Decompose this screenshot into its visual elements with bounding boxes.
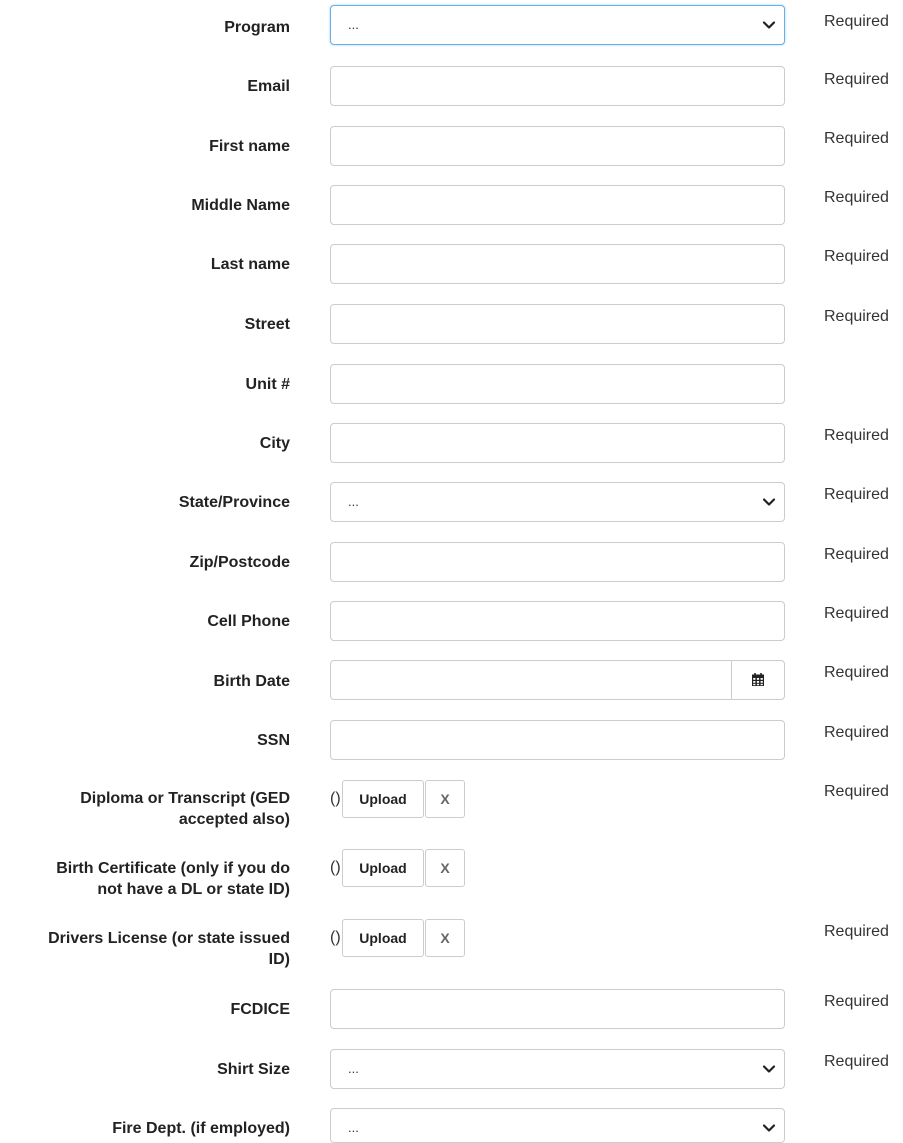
last-name-label: Last name: [210, 256, 290, 273]
middle-name-label: Middle Name: [191, 197, 290, 214]
ssn-label: SSN: [257, 732, 290, 749]
fire-dept-select-value: ...: [348, 1120, 359, 1135]
diploma-label: Diploma or Transcript (GED accepted also…: [0, 788, 290, 830]
fire-dept-label: Fire Dept. (if employed): [112, 1120, 290, 1137]
calendar-icon: [752, 673, 764, 686]
first-name-label: First name: [209, 138, 290, 155]
state-select[interactable]: ...: [330, 482, 785, 522]
state-select-value: ...: [348, 494, 359, 509]
diploma-label-line1: Diploma or Transcript (GED: [80, 790, 290, 807]
program-required: Required: [824, 13, 889, 30]
drivers-license-clear-button[interactable]: X: [425, 919, 465, 957]
zip-required: Required: [824, 546, 889, 563]
chevron-down-icon: [762, 498, 776, 506]
street-label: Street: [244, 316, 290, 333]
drivers-license-file-name: (): [330, 929, 341, 946]
ssn-field[interactable]: [330, 720, 785, 760]
drivers-license-label-line2: ID): [268, 951, 290, 968]
diploma-file-name: (): [330, 790, 341, 807]
program-select[interactable]: ...: [330, 5, 785, 45]
email-required: Required: [824, 71, 889, 88]
street-required: Required: [824, 308, 889, 325]
drivers-license-upload-button[interactable]: Upload: [342, 919, 424, 957]
birth-certificate-label-line2: not have a DL or state ID): [97, 881, 290, 898]
last-name-required: Required: [824, 248, 889, 265]
birth-date-label: Birth Date: [213, 673, 290, 690]
application-form: Program ... Required Email Required Firs…: [0, 0, 903, 1143]
middle-name-required: Required: [824, 189, 889, 206]
birth-certificate-file-name: (): [330, 859, 341, 876]
zip-field[interactable]: [330, 542, 785, 582]
email-label: Email: [247, 78, 290, 95]
fire-dept-select[interactable]: ...: [330, 1108, 785, 1143]
drivers-license-label-line1: Drivers License (or state issued: [48, 930, 290, 947]
birth-date-field[interactable]: [330, 660, 785, 700]
cell-phone-label: Cell Phone: [207, 613, 290, 630]
birth-certificate-label: Birth Certificate (only if you do not ha…: [0, 858, 290, 900]
diploma-upload-button[interactable]: Upload: [342, 780, 424, 818]
email-field[interactable]: [330, 66, 785, 106]
birth-certificate-clear-button[interactable]: X: [425, 849, 465, 887]
first-name-field[interactable]: [330, 126, 785, 166]
zip-label: Zip/Postcode: [189, 554, 290, 571]
middle-name-field[interactable]: [330, 185, 785, 225]
shirt-size-select[interactable]: ...: [330, 1049, 785, 1089]
unit-label: Unit #: [245, 376, 290, 393]
state-required: Required: [824, 486, 889, 503]
city-label: City: [259, 435, 290, 452]
first-name-required: Required: [824, 130, 889, 147]
program-label: Program: [224, 19, 290, 36]
diploma-label-line2: accepted also): [178, 811, 290, 828]
unit-field[interactable]: [330, 364, 785, 404]
diploma-required: Required: [824, 783, 889, 800]
birth-certificate-upload-button[interactable]: Upload: [342, 849, 424, 887]
chevron-down-icon: [762, 1065, 776, 1073]
last-name-field[interactable]: [330, 244, 785, 284]
fcdice-label: FCDICE: [230, 1001, 290, 1018]
city-required: Required: [824, 427, 889, 444]
street-field[interactable]: [330, 304, 785, 344]
birth-certificate-label-line1: Birth Certificate (only if you do: [56, 860, 290, 877]
shirt-size-label: Shirt Size: [217, 1061, 290, 1078]
program-select-value: ...: [348, 17, 359, 32]
fcdice-field[interactable]: [330, 989, 785, 1029]
drivers-license-required: Required: [824, 923, 889, 940]
fcdice-required: Required: [824, 993, 889, 1010]
calendar-button[interactable]: [731, 661, 784, 699]
state-label: State/Province: [178, 494, 290, 511]
chevron-down-icon: [762, 1124, 776, 1132]
drivers-license-label: Drivers License (or state issued ID): [0, 928, 290, 970]
city-field[interactable]: [330, 423, 785, 463]
diploma-clear-button[interactable]: X: [425, 780, 465, 818]
shirt-size-required: Required: [824, 1053, 889, 1070]
chevron-down-icon: [762, 21, 776, 29]
birth-date-required: Required: [824, 664, 889, 681]
cell-phone-required: Required: [824, 605, 889, 622]
cell-phone-field[interactable]: [330, 601, 785, 641]
ssn-required: Required: [824, 724, 889, 741]
shirt-size-select-value: ...: [348, 1061, 359, 1076]
